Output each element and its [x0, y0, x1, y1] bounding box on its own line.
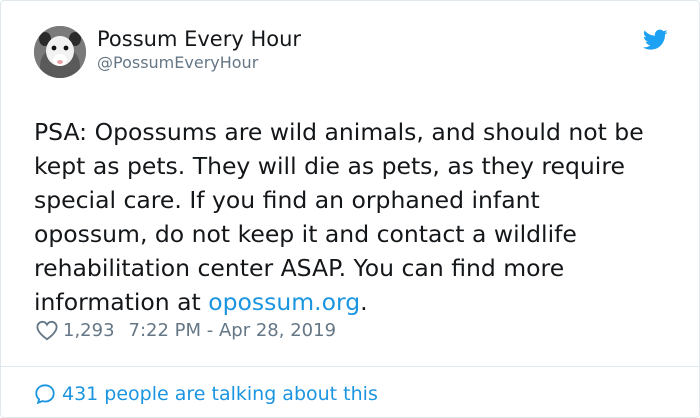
tweet-line: opossum, do not keep it and contact a wi…	[34, 220, 577, 248]
tweet-card: Possum Every Hour @PossumEveryHour PSA: …	[0, 0, 700, 418]
tweet-timestamp[interactable]: 7:22 PM - Apr 28, 2019	[129, 320, 336, 341]
twitter-bird-icon[interactable]	[643, 29, 668, 51]
tweet-line-last: information at opossum.org.	[34, 285, 684, 319]
author-handle[interactable]: @PossumEveryHour	[97, 52, 258, 74]
heart-icon[interactable]	[36, 320, 58, 341]
possum-avatar-image	[34, 26, 86, 78]
talking-count-text: 431 people are talking about this	[62, 383, 378, 405]
talking-link[interactable]: 431 people are talking about this	[34, 381, 378, 407]
tweet-line: PSA: Opossums are wild animals, and shou…	[34, 118, 644, 146]
author-avatar[interactable]	[34, 26, 86, 78]
opossum-org-link[interactable]: opossum.org	[208, 288, 360, 316]
speech-bubble-icon	[35, 384, 55, 405]
tweet-meta: 1,293 7:22 PM - Apr 28, 2019	[36, 318, 336, 342]
tweet-line: rehabilitation center ASAP. You can find…	[34, 254, 565, 282]
author-name[interactable]: Possum Every Hour	[97, 25, 301, 53]
tweet-line: kept as pets. They will die as pets, as …	[34, 152, 625, 180]
tweet-line-prefix: information at	[34, 288, 209, 316]
tweet-line-suffix: .	[360, 288, 368, 316]
tweet-line: special care. If you find an orphaned in…	[34, 186, 540, 214]
tweet-text: PSA: Opossums are wild animals, and shou…	[34, 115, 684, 319]
likes-count[interactable]: 1,293	[63, 320, 115, 341]
footer-divider	[1, 366, 699, 367]
